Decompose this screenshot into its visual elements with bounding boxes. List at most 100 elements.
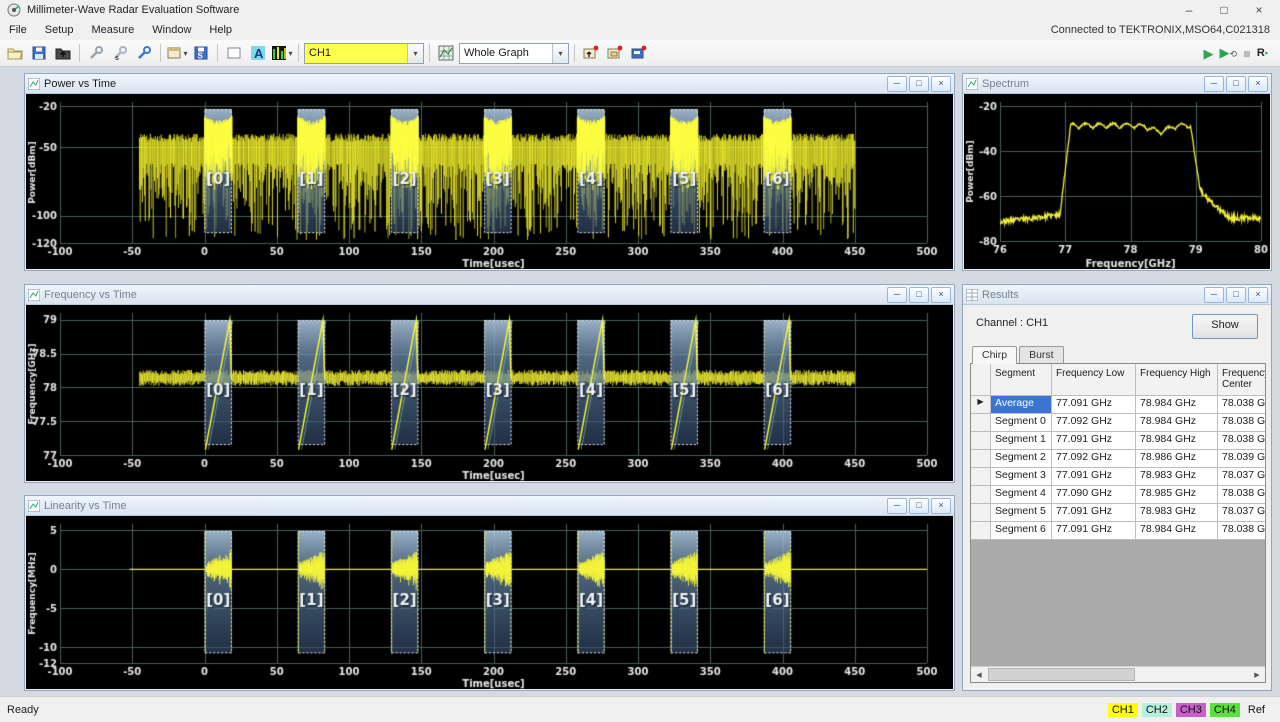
cell-frequency-center[interactable]: 78.039 GHz	[1218, 450, 1265, 468]
panel-close-icon[interactable]: ×	[931, 287, 951, 303]
cell-frequency-low[interactable]: 77.091 GHz	[1052, 468, 1136, 486]
spectrum-canvas[interactable]	[964, 94, 1270, 269]
cell-frequency-center[interactable]: 78.038 GHz	[1218, 486, 1265, 504]
table-row[interactable]: Segment 3 77.091 GHz 78.983 GHz 78.037 G…	[971, 468, 1265, 486]
table-row[interactable]: Segment 1 77.091 GHz 78.984 GHz 78.038 G…	[971, 432, 1265, 450]
channel-select[interactable]: CH1 ▾	[304, 43, 424, 64]
save-setup-button[interactable]: S	[190, 42, 212, 64]
menu-setup[interactable]: Setup	[36, 22, 83, 38]
cell-segment[interactable]: Average	[991, 396, 1052, 414]
results-titlebar[interactable]: Results ─□×	[963, 285, 1271, 305]
window-maximize-icon[interactable]: □	[1209, 3, 1239, 17]
channel-chip-ch3[interactable]: CH3	[1176, 703, 1206, 717]
col-header-frequency-high[interactable]: Frequency High	[1136, 364, 1218, 396]
scroll-right-icon[interactable]: ▶	[1249, 671, 1265, 679]
cell-frequency-low[interactable]: 77.092 GHz	[1052, 450, 1136, 468]
setup-s-button[interactable]: s	[109, 42, 131, 64]
menu-window[interactable]: Window	[143, 22, 200, 38]
cell-frequency-center[interactable]: 78.038 GHz	[1218, 432, 1265, 450]
panel-maximize-icon[interactable]: □	[1226, 287, 1246, 303]
chevron-down-icon[interactable]: ▾	[407, 44, 423, 63]
linearity-vs-time-canvas[interactable]	[26, 516, 953, 689]
cell-frequency-high[interactable]: 78.985 GHz	[1136, 486, 1218, 504]
tab-burst[interactable]: Burst	[1019, 346, 1064, 363]
cell-frequency-center[interactable]: 78.038 GHz	[1218, 414, 1265, 432]
cell-frequency-center[interactable]: 78.037 GHz	[1218, 468, 1265, 486]
cell-segment[interactable]: Segment 2	[991, 450, 1052, 468]
spectrum-titlebar[interactable]: Spectrum ─□×	[963, 74, 1271, 94]
replay-icon[interactable]: ▶⟲	[1219, 46, 1237, 60]
panel-minimize-icon[interactable]: ─	[887, 498, 907, 514]
cell-frequency-high[interactable]: 78.983 GHz	[1136, 468, 1218, 486]
display-button[interactable]	[223, 42, 245, 64]
scrollbar-thumb[interactable]	[988, 668, 1135, 681]
annotation-button[interactable]: A	[247, 42, 269, 64]
horizontal-scrollbar[interactable]: ◀ ▶	[971, 666, 1265, 682]
graph-arrange-button[interactable]	[604, 42, 626, 64]
menu-file[interactable]: File	[0, 22, 36, 38]
table-row[interactable]: Segment 5 77.091 GHz 78.983 GHz 78.037 G…	[971, 504, 1265, 522]
cell-frequency-center[interactable]: 78.037 GHz	[1218, 504, 1265, 522]
table-row[interactable]: Segment 6 77.091 GHz 78.984 GHz 78.038 G…	[971, 522, 1265, 540]
panel-minimize-icon[interactable]: ─	[887, 287, 907, 303]
scroll-left-icon[interactable]: ◀	[971, 671, 987, 679]
connect-button[interactable]	[133, 42, 155, 64]
cell-frequency-low[interactable]: 77.091 GHz	[1052, 396, 1136, 414]
cell-frequency-high[interactable]: 78.984 GHz	[1136, 396, 1218, 414]
table-row[interactable]: Segment 2 77.092 GHz 78.986 GHz 78.039 G…	[971, 450, 1265, 468]
window-layout-button[interactable]: ▾	[166, 42, 188, 64]
table-row[interactable]: Segment 0 77.092 GHz 78.984 GHz 78.038 G…	[971, 414, 1265, 432]
cell-frequency-high[interactable]: 78.986 GHz	[1136, 450, 1218, 468]
power-vs-time-canvas[interactable]	[26, 94, 953, 269]
show-button[interactable]: Show	[1192, 314, 1258, 339]
col-header-frequency-center[interactable]: Frequency Center	[1218, 364, 1265, 396]
table-row[interactable]: Segment 4 77.090 GHz 78.985 GHz 78.038 G…	[971, 486, 1265, 504]
export-button[interactable]	[52, 42, 74, 64]
menu-help[interactable]: Help	[200, 22, 241, 38]
cell-frequency-center[interactable]: 78.038 GHz	[1218, 396, 1265, 414]
col-header-segment[interactable]: Segment	[991, 364, 1052, 396]
panel-maximize-icon[interactable]: □	[909, 76, 929, 92]
cell-frequency-high[interactable]: 78.984 GHz	[1136, 522, 1218, 540]
cell-segment[interactable]: Segment 5	[991, 504, 1052, 522]
panel-minimize-icon[interactable]: ─	[1204, 287, 1224, 303]
window-minimize-icon[interactable]: –	[1174, 3, 1204, 17]
cell-segment[interactable]: Segment 6	[991, 522, 1052, 540]
channel-chip-ref[interactable]: Ref	[1244, 703, 1269, 717]
chevron-down-icon[interactable]: ▾	[552, 44, 568, 63]
linearity-vs-time-titlebar[interactable]: Linearity vs Time ─□×	[25, 496, 954, 516]
table-row[interactable]: ▶ Average 77.091 GHz 78.984 GHz 78.038 G…	[971, 396, 1265, 414]
cell-frequency-low[interactable]: 77.091 GHz	[1052, 522, 1136, 540]
panel-maximize-icon[interactable]: □	[909, 287, 929, 303]
cell-frequency-high[interactable]: 78.983 GHz	[1136, 504, 1218, 522]
graph-mode-select[interactable]: Whole Graph ▾	[459, 43, 569, 64]
play-icon[interactable]: ▶	[1203, 47, 1213, 60]
graph-grid-button[interactable]	[435, 42, 457, 64]
panel-close-icon[interactable]: ×	[1248, 287, 1268, 303]
graph-add-button[interactable]	[580, 42, 602, 64]
stop-icon[interactable]: ■	[1243, 47, 1251, 60]
record-icon[interactable]: R▪	[1257, 47, 1268, 59]
power-vs-time-titlebar[interactable]: Power vs Time ─□×	[25, 74, 954, 94]
cell-frequency-low[interactable]: 77.091 GHz	[1052, 432, 1136, 450]
frequency-vs-time-titlebar[interactable]: Frequency vs Time ─□×	[25, 285, 954, 305]
panel-close-icon[interactable]: ×	[931, 76, 951, 92]
cell-frequency-low[interactable]: 77.091 GHz	[1052, 504, 1136, 522]
cell-segment[interactable]: Segment 3	[991, 468, 1052, 486]
panel-close-icon[interactable]: ×	[1248, 76, 1268, 92]
panel-close-icon[interactable]: ×	[931, 498, 951, 514]
setup-button[interactable]	[85, 42, 107, 64]
tab-chirp[interactable]: Chirp	[972, 346, 1017, 364]
panel-minimize-icon[interactable]: ─	[1204, 76, 1224, 92]
menu-measure[interactable]: Measure	[82, 22, 143, 38]
save-button[interactable]	[28, 42, 50, 64]
cell-segment[interactable]: Segment 0	[991, 414, 1052, 432]
cell-segment[interactable]: Segment 4	[991, 486, 1052, 504]
panel-maximize-icon[interactable]: □	[909, 498, 929, 514]
window-close-icon[interactable]: ×	[1244, 3, 1274, 17]
frequency-vs-time-canvas[interactable]	[26, 305, 953, 481]
graph-color-button[interactable]: ▾	[271, 42, 293, 64]
channel-chip-ch4[interactable]: CH4	[1210, 703, 1240, 717]
graph-save-button[interactable]	[628, 42, 650, 64]
cell-frequency-high[interactable]: 78.984 GHz	[1136, 414, 1218, 432]
